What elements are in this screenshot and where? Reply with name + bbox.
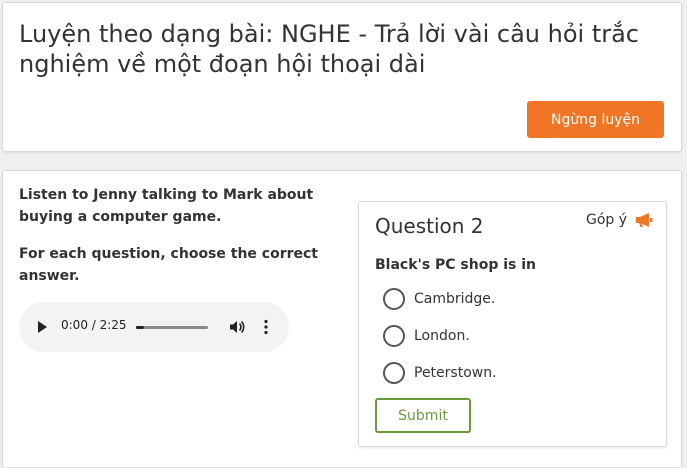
audio-seek-handle[interactable] (136, 326, 144, 329)
question-title: Question 2 (375, 214, 484, 238)
megaphone-icon[interactable] (635, 212, 653, 228)
option-label[interactable]: Peterstown. (414, 365, 497, 381)
exercise-card: Listen to Jenny talking to Mark about bu… (2, 170, 682, 467)
play-icon[interactable] (38, 321, 47, 333)
option-peterstown[interactable]: Peterstown. (383, 362, 497, 384)
page-title: Luyện theo dạng bài: NGHE - Trả lời vài … (19, 20, 639, 78)
submit-button[interactable]: Submit (375, 398, 471, 433)
audio-time: 0:00 / 2:25 (61, 318, 127, 332)
question-text: Black's PC shop is in (375, 257, 537, 273)
radio-button[interactable] (383, 325, 405, 347)
option-label[interactable]: Cambridge. (414, 291, 495, 307)
option-cambridge[interactable]: Cambridge. (383, 288, 495, 310)
feedback-link[interactable]: Góp ý (586, 212, 653, 228)
question-card: Question 2 Góp ý Black's PC shop is in C… (358, 201, 667, 447)
instruction-text-2: For each question, choose the correct an… (19, 246, 319, 284)
stop-practice-button[interactable]: Ngừng luyện (527, 101, 664, 138)
instruction-text: Listen to Jenny talking to Mark about bu… (19, 187, 314, 225)
audio-seek-bar[interactable] (136, 326, 208, 329)
option-label[interactable]: London. (414, 328, 470, 344)
option-london[interactable]: London. (383, 325, 470, 347)
volume-icon[interactable] (229, 319, 245, 335)
radio-button[interactable] (383, 288, 405, 310)
audio-player[interactable]: 0:00 / 2:25 (19, 302, 289, 352)
header-card: Luyện theo dạng bài: NGHE - Trả lời vài … (2, 2, 682, 152)
more-vertical-icon[interactable] (264, 319, 268, 335)
radio-button[interactable] (383, 362, 405, 384)
feedback-label[interactable]: Góp ý (586, 212, 627, 228)
